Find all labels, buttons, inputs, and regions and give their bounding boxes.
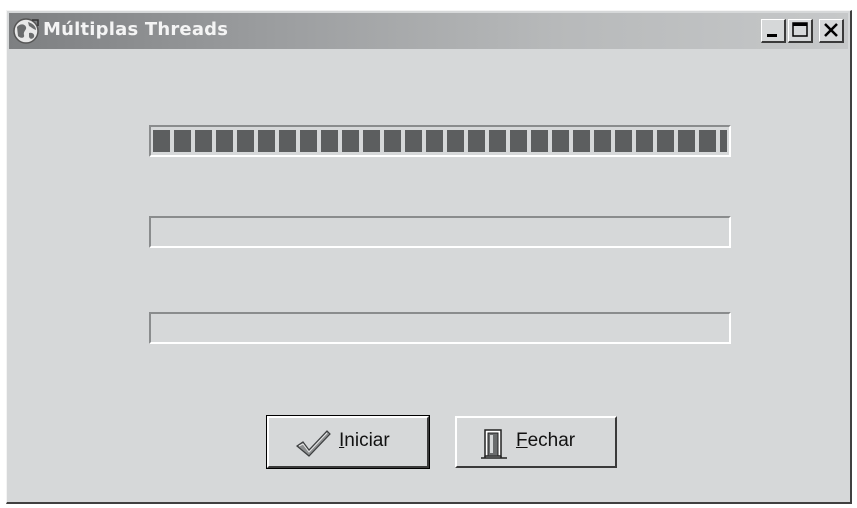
minimize-button[interactable] [761, 19, 786, 43]
progress-fill [153, 130, 727, 152]
close-button[interactable] [819, 19, 844, 43]
title-bar[interactable]: Múltiplas Threads [9, 13, 848, 49]
door-exit-icon [479, 428, 509, 466]
iniciar-button[interactable]: Iniciar [266, 415, 430, 469]
close-icon [824, 23, 838, 37]
fechar-label: Fechar [516, 430, 576, 451]
maximize-icon [792, 22, 808, 37]
checkmark-icon [293, 428, 333, 464]
progress-bar-3 [149, 312, 731, 344]
minimize-icon [767, 34, 777, 37]
window-title: Múltiplas Threads [43, 19, 229, 40]
progress-bar-2 [149, 216, 731, 248]
main-window: Múltiplas Threads Iniciar Fechar [6, 10, 852, 504]
iniciar-label: Iniciar [339, 430, 390, 451]
progress-bar-1 [149, 125, 731, 157]
fechar-button[interactable]: Fechar [455, 416, 617, 468]
maximize-button[interactable] [788, 19, 813, 43]
app-globe-icon[interactable] [12, 17, 40, 45]
